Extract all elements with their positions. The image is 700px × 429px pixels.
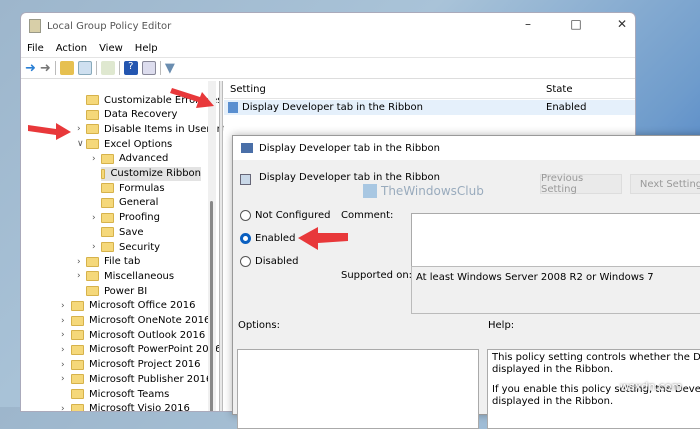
- arrow-annotation-setting: [170, 88, 214, 108]
- arrow-annotation-excel-options: [28, 123, 71, 140]
- annotation-arrows: [28, 88, 348, 250]
- arrow-annotation-enabled: [298, 227, 348, 250]
